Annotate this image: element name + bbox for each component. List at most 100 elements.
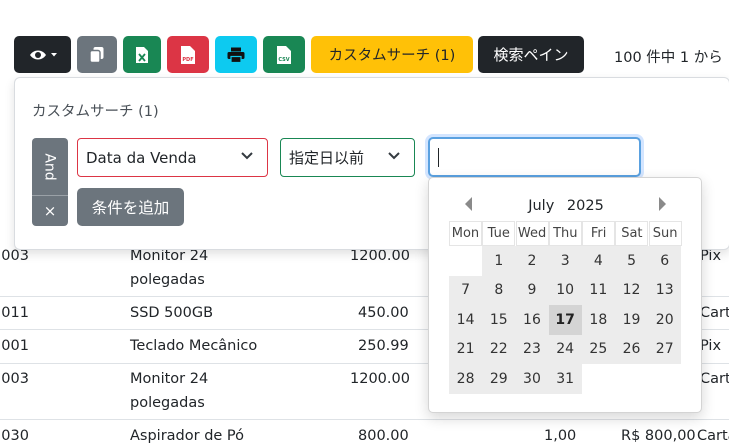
- cell-code: J003: [0, 248, 29, 264]
- cell-product: polegadas: [130, 272, 205, 288]
- cell-payment: Carta: [700, 371, 729, 387]
- print-button[interactable]: [215, 36, 257, 73]
- calendar-day[interactable]: 16: [515, 305, 549, 335]
- cell-price: 800.00: [358, 428, 409, 444]
- weekday-label: Sun: [648, 221, 682, 246]
- calendar-day[interactable]: 30: [515, 364, 549, 394]
- calendar-day[interactable]: 2: [515, 246, 549, 276]
- calendar-day[interactable]: 26: [614, 334, 649, 364]
- chevron-down-icon: [388, 152, 400, 160]
- column-visibility-button[interactable]: [14, 36, 71, 73]
- calendar-empty-cell: [615, 364, 648, 394]
- calendar-day[interactable]: 8: [482, 275, 516, 305]
- csv-icon-text: CSV: [278, 57, 289, 63]
- calendar-day[interactable]: 31: [548, 364, 582, 394]
- pdf-file-icon: PDF: [181, 45, 195, 64]
- calendar-week: 123456: [449, 246, 682, 276]
- cell-payment: Pix: [700, 248, 722, 264]
- column-select-value: Data da Venda: [86, 148, 197, 167]
- calendar-day[interactable]: 5: [614, 246, 649, 276]
- calendar-day[interactable]: 7: [449, 275, 483, 305]
- calendar-day[interactable]: 29: [482, 364, 516, 394]
- copy-icon: [89, 46, 104, 63]
- calendar-day[interactable]: 22: [482, 334, 516, 364]
- remove-criteria-button[interactable]: ×: [32, 196, 68, 226]
- calendar-day-today[interactable]: 17: [548, 305, 582, 335]
- toolbar: PDF CSV カスタムサーチ (1) 検索ペイン: [14, 36, 590, 73]
- calendar-day[interactable]: 9: [515, 275, 549, 305]
- column-select[interactable]: Data da Venda: [77, 138, 268, 177]
- logic-label: And: [42, 152, 58, 181]
- custom-search-button[interactable]: カスタムサーチ (1): [311, 36, 473, 73]
- calendar-empty-cell: [449, 246, 482, 276]
- excel-export-button[interactable]: [123, 36, 161, 73]
- calendar-day[interactable]: 11: [581, 275, 615, 305]
- cell-product: Teclado Mecânico: [130, 338, 258, 354]
- calendar-day[interactable]: 20: [648, 305, 682, 335]
- weekday-label: Fri: [582, 221, 616, 246]
- calendar-day[interactable]: 21: [449, 334, 483, 364]
- cell-price: 1200.00: [350, 248, 410, 264]
- calendar-week: 28 29 30 31: [449, 364, 682, 394]
- calendar-day[interactable]: 25: [581, 334, 615, 364]
- calendar-day[interactable]: 6: [648, 246, 682, 276]
- calendar-day[interactable]: 4: [581, 246, 615, 276]
- condition-select[interactable]: 指定日以前: [280, 138, 415, 177]
- cell-payment: Pix: [700, 338, 722, 354]
- csv-file-icon: CSV: [277, 45, 291, 64]
- datepicker-year[interactable]: 2025: [567, 198, 604, 214]
- weekday-label: Wed: [515, 221, 549, 246]
- calendar-day[interactable]: 24: [548, 334, 582, 364]
- cell-price: 250.99: [358, 338, 409, 354]
- cell-product: Monitor 24: [130, 371, 209, 387]
- calendar-day[interactable]: 12: [614, 275, 649, 305]
- weekday-header: Mon Tue Wed Thu Fri Sat Sun: [449, 221, 682, 246]
- calendar-day[interactable]: 18: [581, 305, 615, 335]
- pdf-export-button[interactable]: PDF: [167, 36, 209, 73]
- calendar-day[interactable]: 28: [449, 364, 483, 394]
- calendar-day[interactable]: 23: [515, 334, 549, 364]
- calendar-day[interactable]: 15: [482, 305, 516, 335]
- datepicker-month[interactable]: July: [528, 198, 554, 214]
- calendar-week: 14 15 16 17 18 19 20: [449, 305, 682, 335]
- weekday-label: Thu: [548, 221, 582, 246]
- calendar-day[interactable]: 1: [482, 246, 516, 276]
- text-caret: [438, 148, 439, 167]
- excel-file-icon: [136, 46, 148, 63]
- cell-payment: Carta: [697, 428, 729, 444]
- calendar-day[interactable]: 10: [548, 275, 582, 305]
- copy-button[interactable]: [77, 36, 117, 73]
- cell-code: J003: [0, 371, 29, 387]
- cell-code: J011: [0, 305, 29, 321]
- csv-export-button[interactable]: CSV: [263, 36, 305, 73]
- calendar-day[interactable]: 19: [614, 305, 649, 335]
- calendar-week: 21 22 23 24 25 26 27: [449, 334, 682, 364]
- chevron-down-icon: [241, 152, 253, 160]
- printer-icon: [227, 47, 245, 63]
- calendar-day[interactable]: 13: [648, 275, 682, 305]
- cell-price: 450.00: [358, 305, 409, 321]
- logic-group: And ×: [32, 138, 68, 226]
- cell-code: J030: [0, 428, 29, 444]
- cell-total: R$ 800,00: [621, 428, 696, 444]
- cell-product: Monitor 24: [130, 248, 209, 264]
- pdf-icon-text: PDF: [182, 57, 193, 63]
- search-panes-button[interactable]: 検索ペイン: [478, 36, 584, 73]
- cell-payment: Carta: [700, 305, 729, 321]
- cell-quantity: 1,00: [544, 428, 577, 444]
- next-month-icon[interactable]: [659, 197, 666, 211]
- cell-product: polegadas: [130, 395, 205, 411]
- date-value-input[interactable]: [428, 137, 641, 177]
- calendar-day[interactable]: 14: [449, 305, 483, 335]
- datepicker-grid: Mon Tue Wed Thu Fri Sat Sun 1 2 3 4 5 6 7 8 9 10 11 12 13 1…: [449, 221, 682, 394]
- panel-title: カスタムサーチ (1): [32, 104, 159, 120]
- weekday-label: Sat: [615, 221, 649, 246]
- calendar-empty-cell: [582, 364, 615, 394]
- calendar-day[interactable]: 3: [548, 246, 582, 276]
- calendar-day[interactable]: 27: [648, 334, 682, 364]
- cell-product: SSD 500GB: [130, 305, 214, 321]
- logic-toggle-button[interactable]: And: [32, 138, 68, 195]
- condition-select-value: 指定日以前: [289, 149, 365, 167]
- weekday-label: Mon: [449, 221, 482, 246]
- add-condition-button[interactable]: 条件を追加: [77, 188, 184, 226]
